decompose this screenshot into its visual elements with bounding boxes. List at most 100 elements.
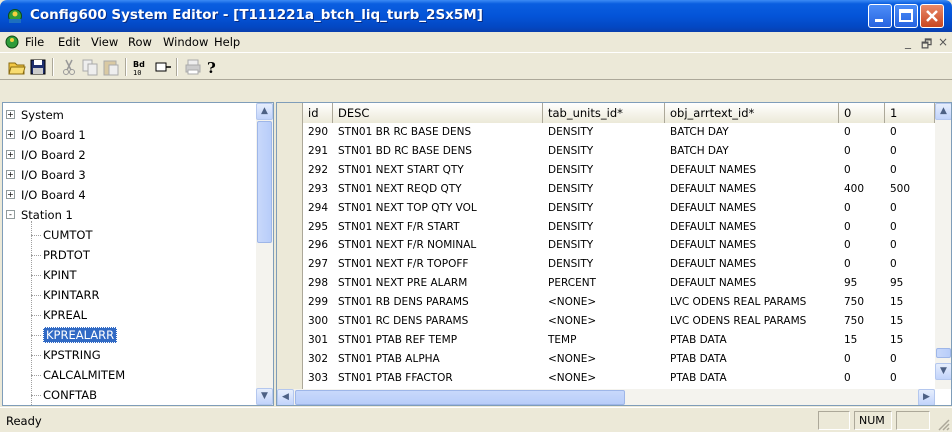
table-cell[interactable]: 291 <box>308 144 328 159</box>
table-cell[interactable]: 0 <box>844 352 851 367</box>
scroll-right-button[interactable]: ▶ <box>918 389 935 405</box>
table-cell[interactable]: <NONE> <box>548 371 596 386</box>
table-cell[interactable]: <NONE> <box>548 352 596 367</box>
close-button[interactable] <box>920 4 944 28</box>
tree-item[interactable]: Station 1 <box>21 205 73 225</box>
table-cell[interactable]: 0 <box>844 257 851 272</box>
table-cell[interactable]: STN01 NEXT PRE ALARM <box>338 276 467 291</box>
scroll-left-button[interactable]: ◀ <box>277 389 294 405</box>
table-cell[interactable]: STN01 BR RC BASE DENS <box>338 125 471 140</box>
table-cell[interactable]: 297 <box>308 257 328 272</box>
table-cell[interactable]: DEFAULT NAMES <box>670 276 756 291</box>
table-cell[interactable]: 750 <box>844 295 864 310</box>
tree-item[interactable]: System <box>21 105 64 125</box>
table-cell[interactable]: 0 <box>890 238 897 253</box>
table-cell[interactable]: LVC ODENS REAL PARAMS <box>670 295 806 310</box>
print-icon[interactable] <box>184 58 202 76</box>
scroll-up-button[interactable]: ▲ <box>256 103 273 120</box>
tree-item[interactable]: PRDTOT <box>43 245 90 265</box>
table-cell[interactable]: STN01 PTAB ALPHA <box>338 352 440 367</box>
expand-icon[interactable]: + <box>6 150 15 159</box>
connect-icon[interactable] <box>154 58 172 76</box>
table-row[interactable]: 301 STN01 PTAB REF TEMP TEMP PTAB DATA 15 15 <box>277 333 937 348</box>
table-cell[interactable]: 750 <box>844 314 864 329</box>
expand-icon[interactable]: + <box>6 130 15 139</box>
table-cell[interactable]: 0 <box>890 220 897 235</box>
table-cell[interactable]: 0 <box>890 371 897 386</box>
table-row[interactable]: 297 STN01 NEXT F/R TOPOFF DENSITY DEFAULT N… <box>277 257 937 272</box>
table-row[interactable]: 296 STN01 NEXT F/R NOMINAL DENSITY DEFAULT … <box>277 238 937 253</box>
table-cell[interactable]: DENSITY <box>548 220 593 235</box>
table-cell[interactable]: 300 <box>308 314 328 329</box>
data-grid[interactable]: id DESC tab_units_id* obj_arrtext_id* 0 … <box>276 102 952 406</box>
tree-view[interactable]: + System + I/O Board 1 + I/O Board 2 + I/O Boar… <box>2 102 274 406</box>
table-row[interactable]: 299 STN01 RB DENS PARAMS <NONE> LVC ODENS R… <box>277 295 937 310</box>
table-row[interactable]: 303 STN01 PTAB FFACTOR <NONE> PTAB DATA 0 0 <box>277 371 937 386</box>
table-cell[interactable]: DENSITY <box>548 201 593 216</box>
table-cell[interactable]: DEFAULT NAMES <box>670 238 756 253</box>
tree-item[interactable]: I/O Board 1 <box>21 125 86 145</box>
table-cell[interactable]: 294 <box>308 201 328 216</box>
grid-horizontal-scrollbar[interactable]: ◀ ▶ <box>277 389 935 405</box>
table-cell[interactable]: BATCH DAY <box>670 144 729 159</box>
scroll-up-button[interactable]: ▲ <box>935 103 951 120</box>
tree-item[interactable]: I/O Board 3 <box>21 165 86 185</box>
tree-item[interactable]: KPINT <box>43 265 77 285</box>
table-cell[interactable]: 0 <box>844 371 851 386</box>
table-cell[interactable]: 0 <box>890 144 897 159</box>
collapse-icon[interactable]: - <box>6 210 15 219</box>
table-cell[interactable]: 298 <box>308 276 328 291</box>
table-cell[interactable]: STN01 PTAB REF TEMP <box>338 333 457 348</box>
table-cell[interactable]: 0 <box>844 163 851 178</box>
table-cell[interactable]: 293 <box>308 182 328 197</box>
table-cell[interactable]: 15 <box>890 333 903 348</box>
table-cell[interactable]: STN01 NEXT REQD QTY <box>338 182 462 197</box>
table-cell[interactable]: <NONE> <box>548 314 596 329</box>
table-cell[interactable]: 0 <box>890 163 897 178</box>
table-cell[interactable]: STN01 NEXT F/R NOMINAL <box>338 238 476 253</box>
table-cell[interactable]: LVC ODENS REAL PARAMS <box>670 314 806 329</box>
tree-item[interactable]: CUMTOT <box>43 225 92 245</box>
table-cell[interactable]: STN01 NEXT F/R START <box>338 220 459 235</box>
table-row[interactable]: 298 STN01 NEXT PRE ALARM PERCENT DEFAULT NA… <box>277 276 937 291</box>
table-cell[interactable]: 95 <box>890 276 903 291</box>
table-cell[interactable]: DEFAULT NAMES <box>670 220 756 235</box>
resize-grip-icon[interactable] <box>936 417 950 431</box>
mdi-close-button[interactable]: × <box>938 35 948 49</box>
table-cell[interactable]: 302 <box>308 352 328 367</box>
tree-item[interactable]: CONFTAB <box>43 385 97 405</box>
table-cell[interactable]: STN01 NEXT F/R TOPOFF <box>338 257 468 272</box>
scroll-down-button[interactable]: ▼ <box>256 388 273 405</box>
table-row[interactable]: 294 STN01 NEXT TOP QTY VOL DENSITY DEFAULT … <box>277 201 937 216</box>
table-cell[interactable]: 0 <box>890 257 897 272</box>
table-cell[interactable]: 0 <box>844 125 851 140</box>
table-cell[interactable]: DEFAULT NAMES <box>670 257 756 272</box>
table-cell[interactable]: STN01 PTAB FFACTOR <box>338 371 453 386</box>
table-cell[interactable]: DEFAULT NAMES <box>670 163 756 178</box>
cut-icon[interactable] <box>60 58 78 76</box>
scroll-down-button[interactable]: ▼ <box>935 363 951 380</box>
menu-view[interactable]: View <box>91 35 118 49</box>
table-cell[interactable]: DENSITY <box>548 163 593 178</box>
column-header-id[interactable]: id <box>303 103 333 123</box>
table-cell[interactable]: 400 <box>844 182 864 197</box>
tree-item[interactable]: KPREAL <box>43 305 87 325</box>
table-cell[interactable]: DEFAULT NAMES <box>670 201 756 216</box>
help-icon[interactable]: ? <box>204 58 222 76</box>
table-cell[interactable]: DENSITY <box>548 238 593 253</box>
table-cell[interactable]: PTAB DATA <box>670 352 727 367</box>
table-cell[interactable]: DEFAULT NAMES <box>670 182 756 197</box>
column-header-tab-units[interactable]: tab_units_id* <box>543 103 665 123</box>
table-cell[interactable]: 15 <box>890 314 903 329</box>
table-cell[interactable]: STN01 RC DENS PARAMS <box>338 314 468 329</box>
table-cell[interactable]: <NONE> <box>548 295 596 310</box>
tree-item[interactable]: I/O Board 4 <box>21 185 86 205</box>
table-cell[interactable]: 303 <box>308 371 328 386</box>
menu-help[interactable]: Help <box>214 35 240 49</box>
open-icon[interactable] <box>8 58 26 76</box>
table-cell[interactable]: 290 <box>308 125 328 140</box>
table-row[interactable]: 293 STN01 NEXT REQD QTY DENSITY DEFAULT NAM… <box>277 182 937 197</box>
tree-item[interactable]: KPREALARR <box>43 325 118 345</box>
table-cell[interactable]: STN01 NEXT START QTY <box>338 163 464 178</box>
table-cell[interactable]: 0 <box>890 201 897 216</box>
